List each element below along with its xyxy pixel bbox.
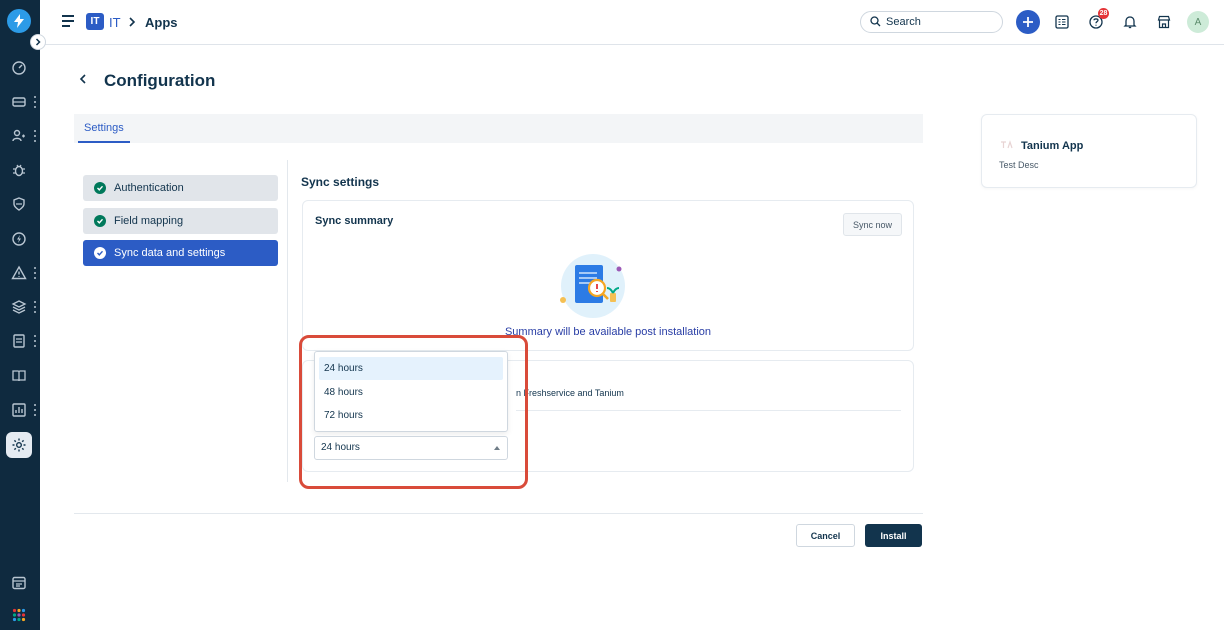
step-field-mapping[interactable]: Field mapping (83, 208, 278, 234)
sync-now-button[interactable]: Sync now (843, 213, 902, 236)
highlight-box (299, 335, 528, 489)
breadcrumb-workspace[interactable]: IT (109, 15, 121, 30)
page-title: Configuration (104, 71, 216, 90)
alerts-warning-icon[interactable] (6, 260, 32, 286)
notifications-bell-icon[interactable] (1119, 11, 1141, 33)
top-header: IT IT Apps Search 28 A (40, 0, 1224, 45)
problems-bug-icon[interactable] (6, 157, 32, 183)
card-divider (516, 410, 901, 411)
sync-summary-title: Sync summary (315, 215, 394, 227)
user-avatar[interactable]: A (1187, 11, 1209, 33)
breadcrumb-current-page: Apps (145, 15, 178, 30)
procurement-more-icon[interactable] (33, 335, 37, 347)
releases-bolt-icon[interactable] (6, 226, 32, 252)
solutions-book-icon[interactable] (6, 363, 32, 389)
users-more-icon[interactable] (33, 130, 37, 142)
todo-list-icon[interactable] (1051, 11, 1073, 33)
portal-icon[interactable] (6, 570, 32, 596)
users-icon[interactable] (6, 123, 32, 149)
freshservice-logo-icon[interactable] (7, 9, 31, 33)
expand-nav-icon[interactable] (30, 34, 46, 50)
cancel-button[interactable]: Cancel (796, 524, 855, 547)
search-placeholder: Search (886, 16, 921, 28)
completed-check-icon (94, 215, 106, 227)
tab-settings[interactable]: Settings (78, 114, 130, 143)
admin-gear-icon[interactable] (6, 432, 32, 458)
app-name: Tanium App (1021, 140, 1084, 152)
step-label: Field mapping (114, 215, 184, 227)
step-label: Authentication (114, 182, 184, 194)
step-label: Sync data and settings (114, 247, 226, 259)
step-authentication[interactable]: Authentication (83, 175, 278, 201)
steps-divider (287, 160, 288, 482)
apps-grid-icon[interactable] (6, 602, 32, 628)
dashboard-icon[interactable] (6, 55, 32, 81)
tickets-icon[interactable] (6, 89, 32, 115)
step-sync-data-and-settings[interactable]: Sync data and settings (83, 240, 278, 266)
back-chevron-icon[interactable] (78, 72, 88, 89)
notification-count-badge: 28 (1098, 8, 1109, 19)
tanium-logo-icon (1001, 140, 1013, 149)
changes-shield-icon[interactable] (6, 191, 32, 217)
alerts-more-icon[interactable] (33, 267, 37, 279)
sync-summary-card: Sync summary Sync now Summary will be av… (302, 200, 914, 351)
footer-divider (74, 513, 923, 514)
assets-more-icon[interactable] (33, 301, 37, 313)
reports-chart-icon[interactable] (6, 397, 32, 423)
sync-settings-title: Sync settings (301, 175, 380, 189)
tickets-more-icon[interactable] (33, 96, 37, 108)
workspace-badge[interactable]: IT (86, 13, 104, 30)
assets-layers-icon[interactable] (6, 294, 32, 320)
left-nav (0, 0, 46, 630)
search-icon (870, 16, 881, 27)
menu-hamburger-icon[interactable] (62, 15, 76, 27)
reports-more-icon[interactable] (33, 404, 37, 416)
search-input[interactable]: Search (860, 11, 1003, 33)
tab-bar: Settings (74, 114, 923, 143)
completed-check-icon (94, 182, 106, 194)
app-info-card: Tanium App Test Desc (981, 114, 1197, 188)
sync-description-text: n Freshservice and Tanium (516, 388, 624, 398)
breadcrumb-chevron-icon (128, 14, 136, 31)
document-alert-illustration-icon (560, 254, 625, 318)
procurement-icon[interactable] (6, 328, 32, 354)
new-item-plus-button[interactable] (1016, 10, 1040, 34)
app-description: Test Desc (999, 160, 1039, 170)
install-button[interactable]: Install (865, 524, 922, 547)
marketplace-store-icon[interactable] (1153, 11, 1175, 33)
active-check-icon (94, 247, 106, 259)
